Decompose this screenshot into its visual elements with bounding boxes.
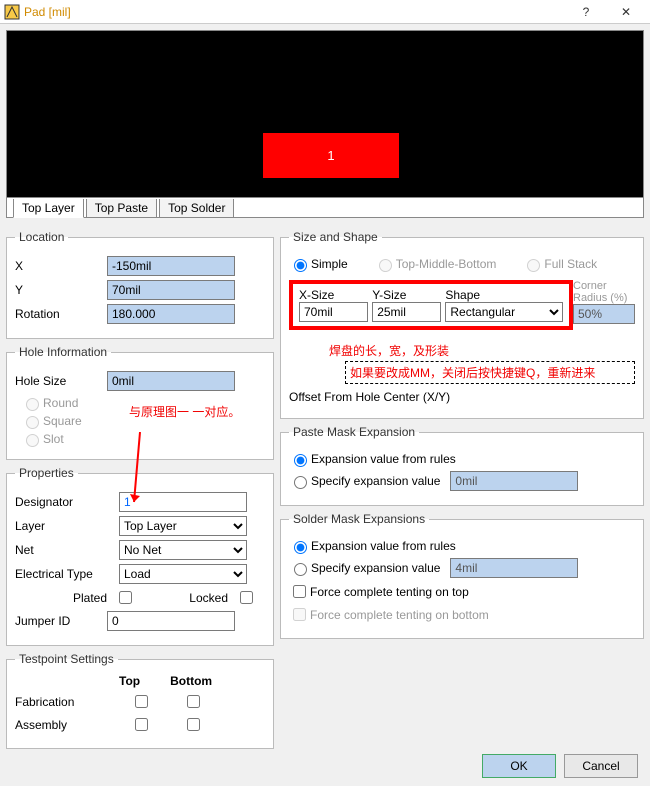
legend-size-shape: Size and Shape [289,230,382,244]
tab-top-layer[interactable]: Top Layer [13,199,84,218]
annotation-size: 焊盘的长，宽，及形装 [329,342,635,359]
input-xsize[interactable] [299,302,368,322]
title-bar: Pad [mil] ? ✕ [0,0,650,24]
label-designator: Designator [15,495,119,509]
pad-shape: 1 [263,133,399,178]
label-hole-size: Hole Size [15,374,107,388]
legend-hole: Hole Information [15,345,111,359]
annotation-mm-box: 如果要改成MM，关闭后按快捷键Q，重新进来 [345,361,635,384]
label-square: Square [43,414,82,428]
check-fab-bottom[interactable] [187,695,200,708]
annotation-mm: 如果要改成MM，关闭后按快捷键Q，重新进来 [350,366,595,380]
label-y: Y [15,283,107,297]
tab-top-paste[interactable]: Top Paste [86,199,157,218]
head-ysize: Y-Size [370,288,443,302]
label-layer: Layer [15,519,119,533]
radio-square [26,416,39,429]
input-hole-size[interactable] [107,371,235,391]
check-plated[interactable] [119,591,132,604]
label-net: Net [15,543,119,557]
app-icon [4,4,20,20]
label-assembly: Assembly [15,718,115,732]
legend-properties: Properties [15,466,78,480]
input-x[interactable] [107,256,235,276]
label-paste-rules: Expansion value from rules [311,452,456,466]
group-testpoint: Testpoint Settings Top Bottom Fabricatio… [6,652,274,749]
label-solder-rules: Expansion value from rules [311,539,456,553]
layer-tabs: Top Layer Top Paste Top Solder [6,198,644,218]
head-radius: Corner Radius (%) [573,280,635,304]
size-shape-box: X-Size Y-Size Shape Rectangular [289,280,573,330]
input-rotation[interactable] [107,304,235,324]
cancel-button[interactable]: Cancel [564,754,638,778]
label-x: X [15,259,107,273]
check-tent-bottom [293,608,306,621]
label-paste-specify: Specify expansion value [311,474,440,488]
legend-paste-mask: Paste Mask Expansion [289,425,419,439]
close-button[interactable]: ✕ [606,5,646,19]
check-asm-top[interactable] [135,718,148,731]
group-location: Location X Y Rotation [6,230,274,339]
input-ysize[interactable] [372,302,441,322]
radio-round [26,398,39,411]
window-title: Pad [mil] [24,5,566,19]
tab-top-solder[interactable]: Top Solder [159,199,234,218]
label-plated: Plated [15,591,115,605]
check-tent-top[interactable] [293,585,306,598]
radio-paste-rules[interactable] [294,454,307,467]
legend-testpoint: Testpoint Settings [15,652,118,666]
label-rotation: Rotation [15,307,107,321]
head-shape: Shape [443,288,565,302]
input-radius [573,304,635,324]
label-tent-top: Force complete tenting on top [310,585,469,599]
check-locked[interactable] [240,591,253,604]
ok-button[interactable]: OK [482,754,556,778]
label-round: Round [43,396,78,410]
select-shape[interactable]: Rectangular [445,302,563,322]
radio-solder-specify[interactable] [294,563,307,576]
group-size-shape: Size and Shape Simple Top-Middle-Bottom … [280,230,644,419]
label-solder-specify: Specify expansion value [311,561,440,575]
label-jumper: Jumper ID [15,614,107,628]
check-fab-top[interactable] [135,695,148,708]
radio-simple[interactable] [294,259,307,272]
head-xsize: X-Size [297,288,370,302]
label-fabrication: Fabrication [15,695,115,709]
input-paste-value [450,471,578,491]
label-locked: Locked [136,591,236,605]
input-solder-value [450,558,578,578]
label-etype: Electrical Type [15,567,119,581]
check-asm-bottom[interactable] [187,718,200,731]
pad-preview: 1 [6,30,644,198]
legend-location: Location [15,230,68,244]
label-tent-bottom: Force complete tenting on bottom [310,608,489,622]
input-jumper[interactable] [107,611,235,631]
annotation-designator: 与原理图一 一对应。 [129,403,240,420]
radio-tmb [379,259,392,272]
head-top: Top [119,674,140,688]
help-button[interactable]: ? [566,5,606,19]
radio-solder-rules[interactable] [294,541,307,554]
dialog-footer: OK Cancel [482,754,638,778]
input-y[interactable] [107,280,235,300]
radio-slot [26,434,39,447]
select-etype[interactable]: Load [119,564,247,584]
label-simple: Simple [311,257,348,271]
legend-solder-mask: Solder Mask Expansions [289,512,429,526]
group-paste-mask: Paste Mask Expansion Expansion value fro… [280,425,644,506]
select-net[interactable]: No Net [119,540,247,560]
select-layer[interactable]: Top Layer [119,516,247,536]
radio-paste-specify[interactable] [294,476,307,489]
label-tmb: Top-Middle-Bottom [396,257,497,271]
annotation-arrow [130,432,150,515]
label-fullstack: Full Stack [544,257,597,271]
label-slot: Slot [43,432,64,446]
group-solder-mask: Solder Mask Expansions Expansion value f… [280,512,644,639]
label-offset: Offset From Hole Center (X/Y) [289,390,450,404]
radio-fullstack [527,259,540,272]
head-bottom: Bottom [170,674,212,688]
